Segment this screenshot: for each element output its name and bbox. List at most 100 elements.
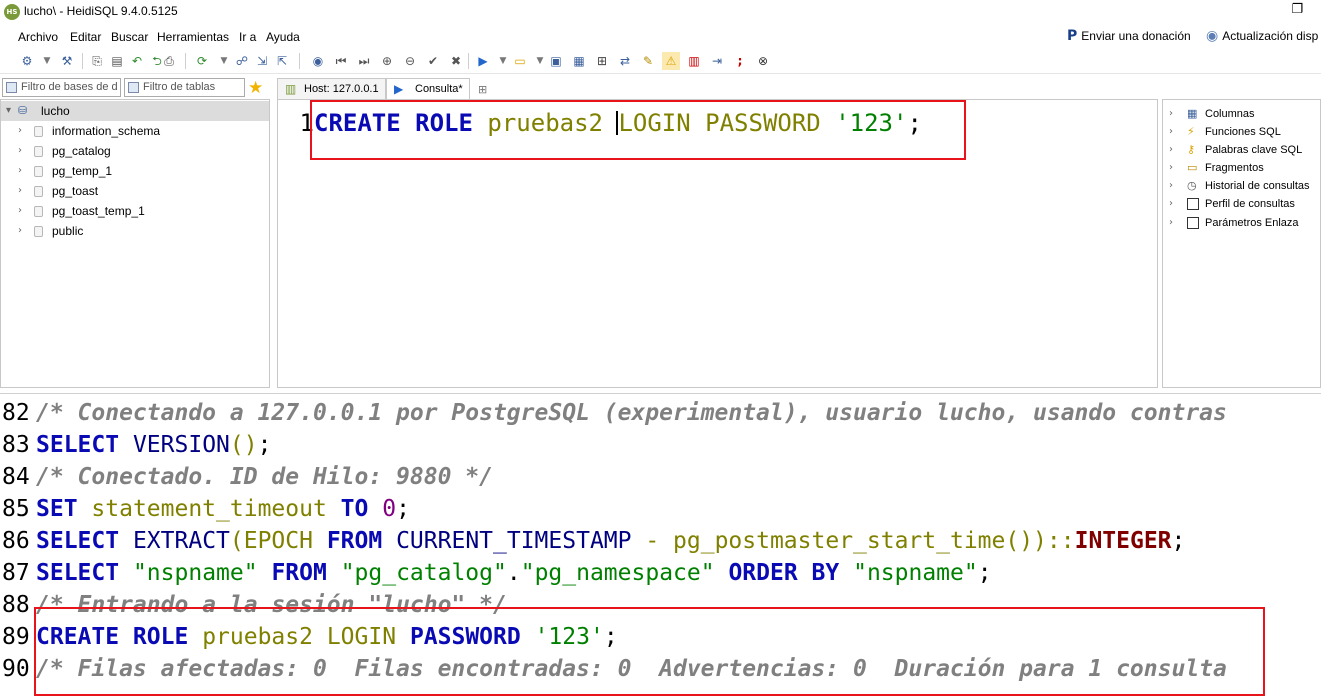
log-line[interactable]: 87 SELECT "nspname" FROM "pg_catalog"."pg… xyxy=(2,557,992,589)
network-icon[interactable]: ☍ xyxy=(233,52,251,70)
favorites-star-icon[interactable]: ★ xyxy=(248,78,263,98)
chevron-right-icon[interactable]: › xyxy=(18,121,22,141)
save-as-icon[interactable]: ▦ xyxy=(570,52,588,70)
editor-line[interactable]: 1CREATE ROLE pruebas2 LOGIN PASSWORD '12… xyxy=(278,108,922,138)
wrap-icon[interactable]: ⇥ xyxy=(708,52,726,70)
chevron-right-icon[interactable]: › xyxy=(1169,123,1173,141)
last-icon[interactable]: ⏭ xyxy=(355,52,373,70)
add-icon[interactable]: ⊕ xyxy=(378,52,396,70)
sql-token: - pg_postmaster_start_time()):: xyxy=(631,528,1075,554)
log-line[interactable]: 90/* Filas afectadas: 0 Filas encontrada… xyxy=(2,653,1227,685)
chevron-right-icon[interactable]: › xyxy=(18,181,22,201)
edit-icon[interactable]: ✎ xyxy=(639,52,657,70)
open-icon[interactable]: ▭ xyxy=(511,52,529,70)
tree-item[interactable]: › pg_toast xyxy=(1,181,269,201)
remove-icon[interactable]: ⊖ xyxy=(401,52,419,70)
cancel-icon[interactable]: ✖ xyxy=(447,52,465,70)
undo-icon[interactable]: ↶ xyxy=(128,52,146,70)
log-line[interactable]: 83 SELECT VERSION(); xyxy=(2,429,271,461)
save-icon[interactable]: ▣ xyxy=(547,52,565,70)
disconnect-icon[interactable]: ⚒ xyxy=(58,52,76,70)
explain-icon[interactable]: ▥ xyxy=(685,52,703,70)
chevron-down-icon[interactable]: ▾ xyxy=(6,101,11,121)
refresh-icon[interactable]: ⟳ xyxy=(193,52,211,70)
refresh-dropdown-icon[interactable]: ▼ xyxy=(215,52,233,70)
help-icon[interactable]: ◉ xyxy=(309,52,327,70)
chevron-right-icon[interactable]: › xyxy=(18,201,22,221)
tree-item[interactable]: › public xyxy=(1,221,269,241)
tab-query[interactable]: ▶ Consulta* xyxy=(386,78,470,99)
new-query-tab-icon[interactable]: ⊞ xyxy=(478,83,494,96)
tree-item[interactable]: › pg_temp_1 xyxy=(1,161,269,181)
sql-keyword: CREATE ROLE xyxy=(314,109,473,137)
menu-herramientas[interactable]: Herramientas xyxy=(157,30,229,44)
connect-icon[interactable]: ⚙ xyxy=(18,52,36,70)
chevron-right-icon[interactable]: › xyxy=(18,221,22,241)
connect-dropdown-icon[interactable]: ▼ xyxy=(38,52,56,70)
restore-window-icon[interactable]: ❐ xyxy=(1291,2,1303,17)
ok-icon[interactable]: ✔ xyxy=(424,52,442,70)
log-line[interactable]: 85 SET statement_timeout TO 0; xyxy=(2,493,410,525)
tree-item[interactable]: › pg_catalog xyxy=(1,141,269,161)
perfil-checkbox[interactable] xyxy=(1187,198,1199,210)
tree-root-lucho[interactable]: ▾ ⛁ lucho xyxy=(1,101,269,121)
toolbar-separator xyxy=(468,53,469,69)
log-line[interactable]: 84/* Conectado. ID de Hilo: 9880 */ xyxy=(2,461,493,493)
main-toolbar: ⚙ ▼ ⚒ ⎘ ▤ ↶ ⮌ ⎙ ⟳ ▼ ☍ ⇲ ⇱ ◉ ⏮ ⏭ ⊕ ⊖ ✔ ✖ … xyxy=(0,48,1321,74)
sql-token: FROM xyxy=(271,560,327,586)
copy-icon[interactable]: ⎘ xyxy=(88,52,106,70)
chevron-right-icon[interactable]: › xyxy=(1169,141,1173,159)
sql-token: 0 xyxy=(382,496,397,522)
run-dropdown-icon[interactable]: ▼ xyxy=(494,52,512,70)
update-link[interactable]: ◉ Actualización disp xyxy=(1206,28,1318,44)
menu-archivo[interactable]: Archivo xyxy=(18,30,58,44)
import-icon[interactable]: ⇱ xyxy=(273,52,291,70)
line-number: 1 xyxy=(299,109,314,137)
toolbar-separator xyxy=(82,53,83,69)
window-title: lucho\ - HeidiSQL 9.4.0.5125 xyxy=(24,4,178,18)
search-replace-icon[interactable]: ⇄ xyxy=(616,52,634,70)
editor-gutter xyxy=(278,100,312,387)
menu-editar[interactable]: Editar xyxy=(70,30,101,44)
log-line[interactable]: 88/* Entrando a la sesión "lucho" */ xyxy=(2,589,507,621)
sql-log[interactable]: 82/* Conectando a 127.0.0.1 por PostgreS… xyxy=(0,393,1321,700)
menu-buscar[interactable]: Buscar xyxy=(111,30,148,44)
table-icon[interactable]: ⊞ xyxy=(593,52,611,70)
tab-host[interactable]: ▥ Host: 127.0.0.1 xyxy=(277,78,386,99)
tree-item-label: information_schema xyxy=(52,124,161,138)
tree-item[interactable]: › information_schema xyxy=(1,121,269,141)
chevron-right-icon[interactable]: › xyxy=(1169,195,1173,213)
chevron-right-icon[interactable]: › xyxy=(1169,105,1173,123)
database-icon xyxy=(34,226,43,237)
menu-ir-a[interactable]: Ir a xyxy=(239,30,256,44)
log-line[interactable]: 89 CREATE ROLE pruebas2 LOGIN PASSWORD '1… xyxy=(2,621,618,653)
export-icon[interactable]: ⇲ xyxy=(253,52,271,70)
print-icon[interactable]: ⎙ xyxy=(160,52,178,70)
parametros-checkbox[interactable] xyxy=(1187,217,1199,229)
paste-icon[interactable]: ▤ xyxy=(108,52,126,70)
table-filter-input[interactable]: Filtro de tablas xyxy=(124,78,245,97)
sql-token: . xyxy=(506,560,521,586)
chevron-right-icon[interactable]: › xyxy=(18,141,22,161)
semicolon-icon[interactable]: ; xyxy=(731,52,749,70)
warning-icon[interactable]: ⚠ xyxy=(662,52,680,70)
run-icon[interactable]: ▶ xyxy=(474,52,492,70)
sql-token: /* Conectando a 127.0.0.1 por PostgreSQL… xyxy=(36,400,1227,426)
sql-editor[interactable]: 1CREATE ROLE pruebas2 LOGIN PASSWORD '12… xyxy=(277,99,1158,388)
chevron-right-icon[interactable]: › xyxy=(1169,214,1173,232)
stop-icon[interactable]: ⊗ xyxy=(754,52,772,70)
chevron-right-icon[interactable]: › xyxy=(1169,159,1173,177)
database-filter-input[interactable]: Filtro de bases de d xyxy=(2,78,121,97)
log-line[interactable]: 82/* Conectando a 127.0.0.1 por PostgreS… xyxy=(2,397,1227,429)
chevron-right-icon[interactable]: › xyxy=(18,161,22,181)
chevron-right-icon[interactable]: › xyxy=(1169,177,1173,195)
first-icon[interactable]: ⏮ xyxy=(332,52,350,70)
log-line[interactable]: 86 SELECT EXTRACT(EPOCH FROM CURRENT_TIME… xyxy=(2,525,1185,557)
database-filter-placeholder: Filtro de bases de d xyxy=(21,81,118,93)
donate-link[interactable]: P Enviar una donación xyxy=(1067,28,1191,44)
menu-ayuda[interactable]: Ayuda xyxy=(266,30,300,44)
tree-item[interactable]: › pg_toast_temp_1 xyxy=(1,201,269,221)
